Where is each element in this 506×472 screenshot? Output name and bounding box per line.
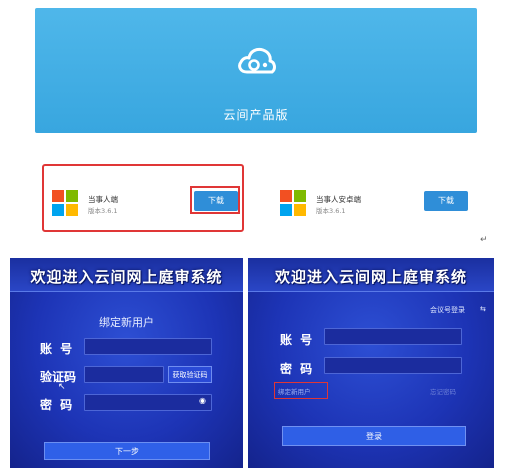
panel-title: 欢迎进入云间网上庭审系统 <box>30 268 223 286</box>
login-button[interactable]: 登录 <box>282 426 466 446</box>
return-arrow-icon: ↵ <box>480 235 488 245</box>
account-label: 账 号 <box>40 342 75 356</box>
account-input[interactable] <box>84 338 212 355</box>
app-name: 当事人安卓端 <box>316 195 361 204</box>
eye-icon[interactable]: ◉ <box>199 396 206 405</box>
panel-title: 欢迎进入云间网上庭审系统 <box>274 268 467 286</box>
password-input[interactable] <box>84 394 212 411</box>
windows-icon <box>280 190 306 216</box>
account-label: 账 号 <box>280 333 315 347</box>
password-label: 密 码 <box>280 362 315 376</box>
password-label: 密 码 <box>40 398 75 412</box>
download-card-android: 当事人安卓端 版本3.6.1 下载 <box>266 168 478 232</box>
bind-subtitle: 绑定新用户 <box>99 316 154 329</box>
app-version: 版本3.6.1 <box>316 207 346 215</box>
meeting-login-link[interactable]: 会议号登录 <box>430 305 465 315</box>
download-button[interactable]: 下载 <box>424 191 468 211</box>
highlight-box-download-button <box>190 186 240 214</box>
password-input[interactable] <box>324 357 462 374</box>
code-input[interactable] <box>84 366 164 383</box>
switch-icon[interactable]: ⇆ <box>480 305 486 313</box>
next-button[interactable]: 下一步 <box>44 442 210 460</box>
highlight-box-bind-link <box>274 382 328 399</box>
get-code-button[interactable]: 获取验证码 <box>168 366 212 383</box>
app-name: 当事人端 <box>88 195 118 204</box>
cloud-logo-icon <box>238 47 276 74</box>
mouse-cursor-icon: ↖ <box>58 382 66 392</box>
banner-title: 云间产品版 <box>223 108 289 122</box>
bind-user-panel: 欢迎进入云间网上庭审系统 绑定新用户 账 号 验证码 获取验证码 ↖ 密 码 ◉… <box>10 258 243 468</box>
login-panel: 欢迎进入云间网上庭审系统 会议号登录 ⇆ 账 号 密 码 绑定新用户 忘记密码 … <box>248 258 494 468</box>
app-version: 版本3.6.1 <box>88 207 118 215</box>
product-banner: 云间产品版 <box>35 8 477 133</box>
forgot-password-link[interactable]: 忘记密码 <box>430 386 456 396</box>
account-input[interactable] <box>324 328 462 345</box>
windows-icon <box>52 190 78 216</box>
